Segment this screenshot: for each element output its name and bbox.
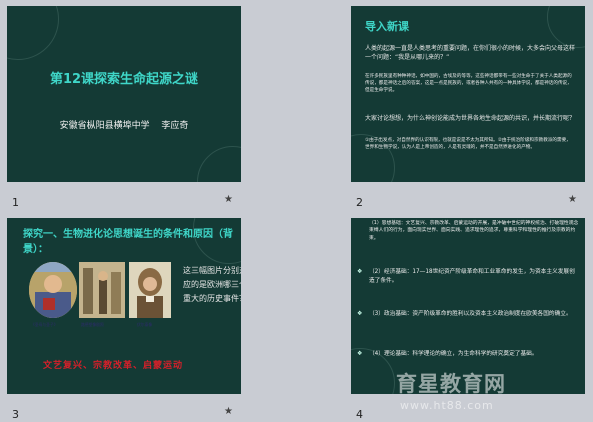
slide-paragraph: 人类的起源一直是人类思考的重要问题，在你们很小的时候，大多会向父母这样一个问题：…: [365, 45, 576, 61]
luther-image: [79, 262, 125, 318]
list-item: （4）理论基础：科学理论的确立，为生命科学的研究奠定了基础。: [369, 351, 538, 357]
slide-paragraph: ①由于出发点，对自然界的认识有限，也就是说是不太为其所知。②由于统治阶级和宗教教…: [365, 138, 571, 150]
bullet-icon: ❖: [357, 268, 363, 275]
slide-number: 4: [356, 408, 363, 421]
voltaire-image: [129, 262, 171, 318]
list-item: （2）经济基础：17—18世纪资产阶级革命和工业革命的发生，为资本主义发展创造了…: [369, 269, 575, 284]
slide-number: 2: [356, 196, 363, 209]
bullet-icon: ❖: [357, 310, 363, 317]
decoration: [547, 6, 585, 48]
madonna-image: [29, 262, 77, 318]
slide-subtitle: 安徽省枞阳县横埠中学 李应奇: [59, 121, 189, 131]
question-text: 这三幅图片分别对应的是欧洲哪三个重大的历史事件？: [183, 266, 241, 303]
list-item: （1）思想基础：文艺复兴、宗教改革、启蒙运动的开展，是冲破中世纪的神权统治、打破…: [369, 221, 579, 241]
slide-1[interactable]: 第12课探索生命起源之谜 安徽省枞阳县横埠中学 李应奇: [7, 6, 241, 182]
answer-text: 文艺复兴、宗教改革、启蒙运动: [43, 361, 184, 371]
slide-title: 第12课探索生命起源之谜: [49, 72, 199, 87]
slide-3[interactable]: 探究一、生物进化论思想诞生的条件和原因（背景）： 《圣母与圣子》 路德塑像剧照 …: [7, 218, 241, 394]
slide-number: 1: [12, 196, 19, 209]
slide-heading: 探究一、生物进化论思想诞生的条件和原因（背景）：: [23, 229, 233, 255]
image-caption: 《圣母与圣子》: [31, 322, 58, 327]
image-caption: 伏尔泰像: [137, 322, 153, 327]
list-item: （3）政治基础：资产阶级革命的胜利以及资本主义政治制度在欧美各国的确立。: [369, 311, 572, 317]
slide-paragraph: 大家讨论想想，为什么神创论能成为世界各地生命起源的共识，并长期流行呢？: [365, 115, 576, 122]
star-icon: ★: [224, 406, 233, 417]
bullet-icon: ❖: [357, 350, 363, 357]
slide-2[interactable]: 导入新课 人类的起源一直是人类思考的重要问题，在你们很小的时候，大多会向父母这样…: [351, 6, 585, 182]
slide-paragraph: 在许多民族里有种种神话，如中国的，古埃及的等等，这些神话都带有一些对生命于了关于…: [365, 74, 572, 93]
slide-number: 3: [12, 408, 19, 421]
star-icon: ★: [568, 194, 577, 205]
image-caption: 路德塑像剧照: [81, 322, 104, 327]
star-icon: ★: [224, 194, 233, 205]
watermark-logo: 育星教育网: [396, 372, 506, 396]
decoration: [7, 6, 59, 60]
decoration: [197, 146, 241, 182]
watermark-url: www.ht88.com: [400, 399, 494, 412]
slide-heading: 导入新课: [365, 20, 409, 33]
